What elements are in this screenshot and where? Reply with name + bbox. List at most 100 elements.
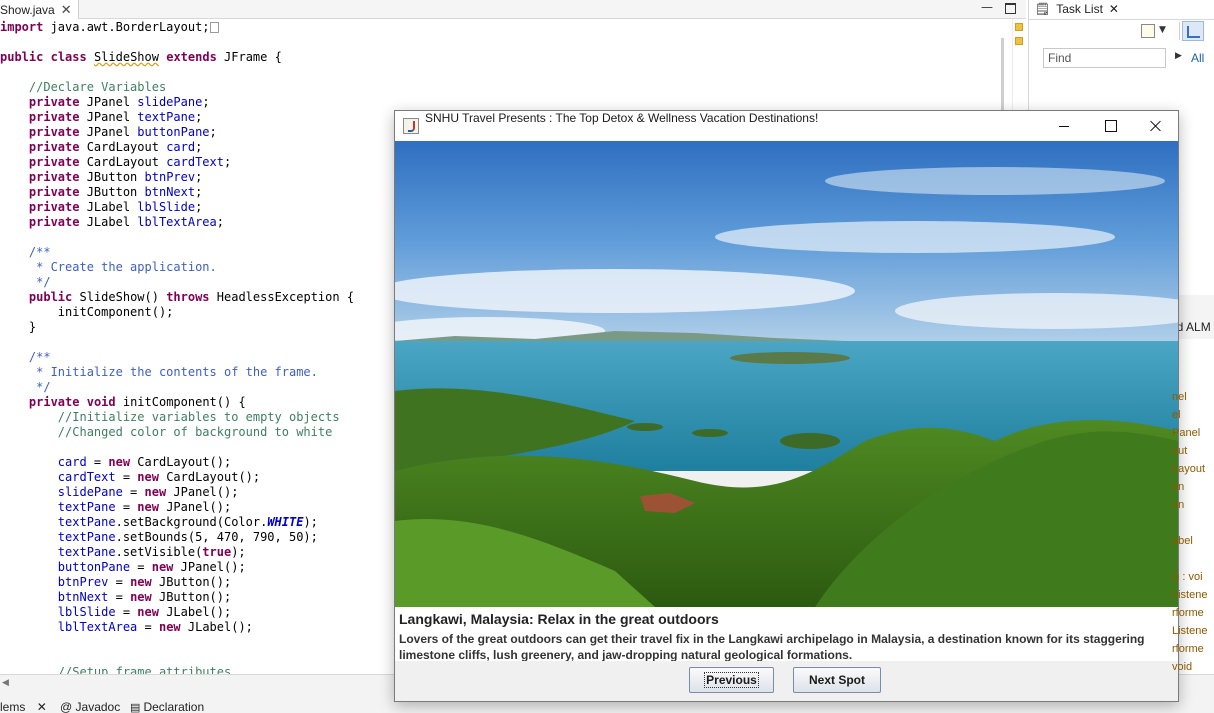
code-token: CardLayout(); [158,470,261,484]
tab-javadoc[interactable]: @ Javadoc [60,701,120,713]
code-token: JPanel(); [166,485,239,499]
code-token: = [130,560,152,574]
outline-item[interactable]: on [1172,481,1184,493]
code-line: textPane = new JPanel(); [0,500,231,515]
chevron-down-icon[interactable]: ▼ [1159,25,1166,35]
outline-item[interactable]: Listene [1172,589,1207,601]
code-token: cardText [166,155,224,169]
window-title-bar[interactable]: SNHU Travel Presents : The Top Detox & W… [395,111,1178,141]
code-token: SlideShow [93,50,159,64]
find-input[interactable] [1043,48,1166,68]
previous-button-label: Previous [704,672,759,688]
outline-item[interactable]: Panel [1172,427,1200,439]
code-line: * Create the application. [0,260,217,275]
tab-label: lems [0,700,26,713]
slide-button-pane: Previous Next Spot [395,661,1178,701]
task-list-icon: 🗒 [1035,2,1051,16]
code-line: slidePane = new JPanel(); [0,485,239,500]
code-token: .setBounds(5, 470, 790, 50); [115,530,318,544]
minimize-icon[interactable]: — [980,1,994,15]
code-token: private [28,140,80,154]
code-token: textPane [57,515,116,529]
code-token: lblTextArea [57,620,138,634]
code-line: private JLabel lblTextArea; [0,215,224,230]
editor-scrollbar[interactable] [1001,38,1004,118]
play-icon[interactable]: ▶ [1175,51,1182,61]
code-token: buttonPane [57,560,131,574]
warning-marker-icon[interactable] [1015,23,1023,31]
code-token: JButton(); [151,590,232,604]
outline-item[interactable]: Layout [1172,463,1205,475]
code-line: card = new CardLayout(); [0,455,231,470]
categorize-icon[interactable] [1182,21,1204,41]
code-line: initComponent(); [0,305,174,320]
outline-item[interactable]: el [1172,409,1181,421]
code-token: JPanel [79,125,138,139]
minimize-icon[interactable] [1041,111,1087,141]
slide-heading: Langkawi, Malaysia: Relax in the great o… [399,611,719,627]
tab-close-icon[interactable]: ✕ [61,1,72,19]
code-token: private [28,200,80,214]
close-icon[interactable]: ✕ [37,700,47,713]
maximize-icon[interactable] [1087,111,1133,141]
code-token: textPane [137,110,196,124]
editor-tab-slideshow-java[interactable]: Show.java ✕ [0,0,79,19]
code-token: btnNext [144,185,196,199]
code-token: btnPrev [144,170,196,184]
code-line: private JPanel slidePane; [0,95,210,110]
code-token: //Declare Variables [0,80,167,94]
new-task-icon[interactable] [1141,24,1155,38]
code-token: ; [195,170,203,184]
code-token: /** [0,350,51,364]
task-list-tab-label: Task List [1056,2,1103,16]
outline-item[interactable]: void [1172,661,1192,673]
outline-item[interactable]: Listene [1172,625,1207,637]
outline-item[interactable]: on [1172,499,1184,511]
outline-item[interactable]: nel [1172,391,1187,403]
code-line: //Setup frame attributes [0,665,231,674]
code-token: ; [195,185,203,199]
code-token: */ [0,380,51,394]
close-icon[interactable]: ✕ [1109,1,1119,18]
outline-item[interactable]: () : voi [1172,571,1203,583]
code-line: * Initialize the contents of the frame. [0,365,318,380]
code-token: = [108,575,131,589]
code-token: private [28,185,80,199]
outline-item[interactable]: abel [1172,535,1193,547]
outline-item[interactable]: rforme [1172,643,1204,655]
next-spot-button[interactable]: Next Spot [793,667,881,693]
outline-item[interactable]: rforme [1172,607,1204,619]
code-token: //Changed color of background to white [0,425,333,439]
code-token: JLabel [79,215,138,229]
scroll-left-icon[interactable]: ◀ [2,678,9,688]
code-line: //Initialize variables to empty objects [0,410,340,425]
code-token: buttonPane [137,125,210,139]
outline-item[interactable]: out [1172,445,1187,457]
code-line: import java.awt.BorderLayout; [0,20,219,35]
code-token: throws [166,290,210,304]
all-link[interactable]: All [1191,51,1204,65]
code-line: private JButton btnNext; [0,185,202,200]
warning-marker-icon[interactable] [1015,37,1023,45]
code-line: } [0,320,36,335]
previous-button[interactable]: Previous [689,667,774,693]
close-icon[interactable] [1133,111,1179,141]
tab-problems[interactable]: lems ✕ [0,701,47,713]
tab-declaration[interactable]: ▤ Declaration [130,701,204,713]
code-line: private JPanel buttonPane; [0,125,217,140]
folded-imports-icon[interactable] [209,22,219,33]
tab-task-list[interactable]: 🗒 Task List ✕ [1035,0,1119,19]
code-token: /** [0,245,51,259]
maximize-icon[interactable] [1003,1,1017,15]
